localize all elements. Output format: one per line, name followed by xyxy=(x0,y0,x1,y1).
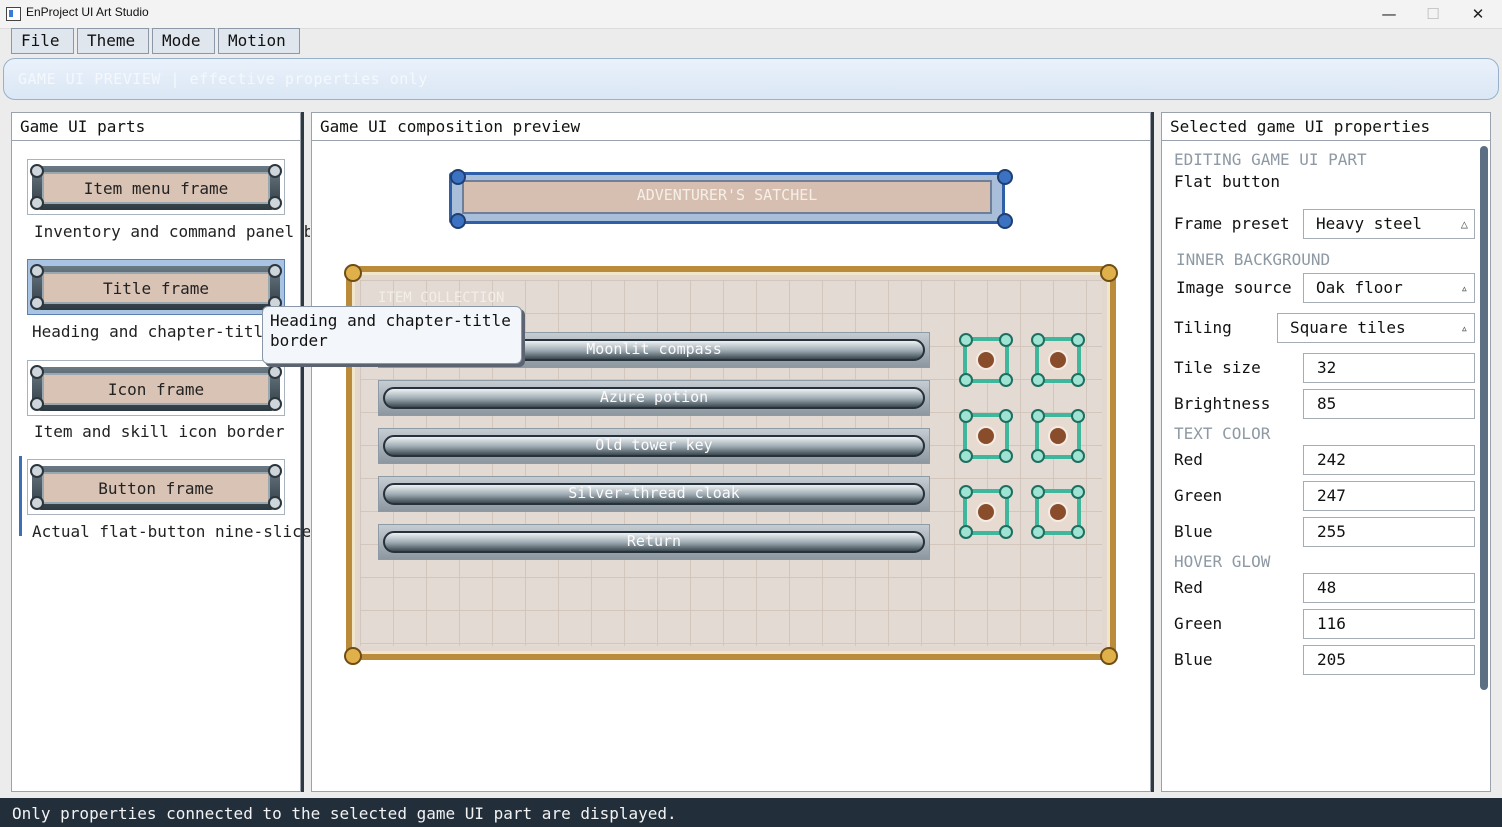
dropdown-arrow-icon: △ xyxy=(1460,217,1468,231)
tile-size-input[interactable]: 32 xyxy=(1303,353,1475,383)
text-green-label: Green xyxy=(1174,486,1223,505)
tiling-label: Tiling xyxy=(1174,318,1232,337)
tile-size-label: Tile size xyxy=(1174,358,1261,377)
hover-blue-input[interactable]: 205 xyxy=(1303,645,1475,675)
hover-red-input[interactable]: 48 xyxy=(1303,573,1475,603)
brightness-label: Brightness xyxy=(1174,394,1271,413)
corner-knob xyxy=(450,169,466,185)
menu-file[interactable]: File xyxy=(11,28,74,54)
text-color-header: TEXT COLOR xyxy=(1174,424,1271,443)
status-text: Only properties connected to the selecte… xyxy=(12,804,677,823)
text-blue-label: Blue xyxy=(1174,522,1213,541)
dropdown-arrow-icon: ▵ xyxy=(1460,281,1468,295)
item-label: Azure potion xyxy=(599,388,709,406)
item-label: Old tower key xyxy=(595,436,713,454)
parts-panel-title: Game UI parts xyxy=(20,117,146,136)
minimize-button[interactable]: — xyxy=(1366,0,1412,28)
panel-divider xyxy=(1151,112,1154,792)
frame-preset-select[interactable]: Heavy steel △ xyxy=(1303,209,1475,239)
icon-slot[interactable] xyxy=(959,409,1013,463)
item-label: Return xyxy=(626,532,682,550)
window-title: EnProject UI Art Studio xyxy=(26,5,149,19)
editing-header: EDITING GAME UI PART xyxy=(1174,150,1367,169)
icon-slot[interactable] xyxy=(959,333,1013,387)
text-red-label: Red xyxy=(1174,450,1203,469)
properties-scrollbar[interactable] xyxy=(1480,146,1488,690)
part-description: Item and skill icon border xyxy=(34,422,285,441)
tooltip-text: Heading and chapter-title border xyxy=(270,311,511,350)
dropdown-arrow-icon: ▵ xyxy=(1460,321,1468,335)
title-bar xyxy=(0,0,1502,29)
part-label: Button frame xyxy=(42,472,270,504)
part-item-menu-frame[interactable]: Item menu frame xyxy=(27,159,285,215)
icon-slot[interactable] xyxy=(1031,333,1085,387)
frame-preset-value: Heavy steel xyxy=(1316,214,1422,233)
preview-panel-title: Game UI composition preview xyxy=(320,117,581,136)
icon-slot[interactable] xyxy=(1031,409,1085,463)
item-button[interactable]: Silver-thread cloak xyxy=(378,476,930,512)
hover-blue-label: Blue xyxy=(1174,650,1213,669)
icon-slot[interactable] xyxy=(959,485,1013,539)
corner-knob xyxy=(344,647,362,665)
maximize-button[interactable]: ☐ xyxy=(1410,0,1456,28)
image-source-label: Image source xyxy=(1176,278,1292,297)
tiling-select[interactable]: Square tiles ▵ xyxy=(1277,313,1475,343)
app-icon xyxy=(6,7,21,21)
editing-part-name: Flat button xyxy=(1174,172,1280,191)
divider xyxy=(1161,140,1491,141)
divider xyxy=(11,140,301,141)
part-icon-frame[interactable]: Icon frame xyxy=(27,360,285,416)
image-source-select[interactable]: Oak floor ▵ xyxy=(1303,273,1475,303)
frame-preset-label: Frame preset xyxy=(1174,214,1290,233)
image-source-value: Oak floor xyxy=(1316,278,1403,297)
panel-divider xyxy=(301,112,304,792)
corner-knob xyxy=(344,264,362,282)
brightness-input[interactable]: 85 xyxy=(1303,389,1475,419)
tiling-value: Square tiles xyxy=(1290,318,1406,337)
hover-glow-header: HOVER GLOW xyxy=(1174,552,1271,571)
part-button-frame[interactable]: Button frame xyxy=(27,459,285,515)
part-label: Icon frame xyxy=(42,373,270,405)
text-red-input[interactable]: 242 xyxy=(1303,445,1475,475)
item-collection-label: ITEM COLLECTION xyxy=(378,290,505,306)
part-description: Actual flat-button nine-slice border xyxy=(32,522,310,541)
part-description: Inventory and command panel border xyxy=(34,222,310,241)
corner-knob xyxy=(997,169,1013,185)
hover-red-label: Red xyxy=(1174,578,1203,597)
corner-knob xyxy=(997,213,1013,229)
title-plate-text: ADVENTURER'S SATCHEL xyxy=(636,186,818,204)
properties-panel-title: Selected game UI properties xyxy=(1170,117,1431,136)
icon-slot[interactable] xyxy=(1031,485,1085,539)
part-label: Item menu frame xyxy=(42,172,270,204)
corner-knob xyxy=(450,213,466,229)
hover-green-label: Green xyxy=(1174,614,1223,633)
selection-indicator xyxy=(19,456,22,536)
divider xyxy=(311,140,1151,141)
part-label: Title frame xyxy=(42,272,270,304)
menu-mode[interactable]: Mode xyxy=(152,28,215,54)
hover-green-input[interactable]: 116 xyxy=(1303,609,1475,639)
item-button[interactable]: Old tower key xyxy=(378,428,930,464)
close-button[interactable]: ✕ xyxy=(1455,0,1501,28)
item-label: Silver-thread cloak xyxy=(568,484,740,502)
item-button[interactable]: Azure potion xyxy=(378,380,930,416)
part-title-frame[interactable]: Title frame xyxy=(27,259,285,315)
menu-theme[interactable]: Theme xyxy=(77,28,149,54)
banner-text: GAME UI PREVIEW | effective properties o… xyxy=(18,70,428,88)
corner-knob xyxy=(1100,647,1118,665)
text-blue-input[interactable]: 255 xyxy=(1303,517,1475,547)
inner-background-header: INNER BACKGROUND xyxy=(1176,250,1331,269)
item-button[interactable]: Return xyxy=(378,524,930,560)
text-green-input[interactable]: 247 xyxy=(1303,481,1475,511)
corner-knob xyxy=(1100,264,1118,282)
menu-motion[interactable]: Motion xyxy=(218,28,300,54)
part-description: Heading and chapter-title border xyxy=(32,322,262,341)
